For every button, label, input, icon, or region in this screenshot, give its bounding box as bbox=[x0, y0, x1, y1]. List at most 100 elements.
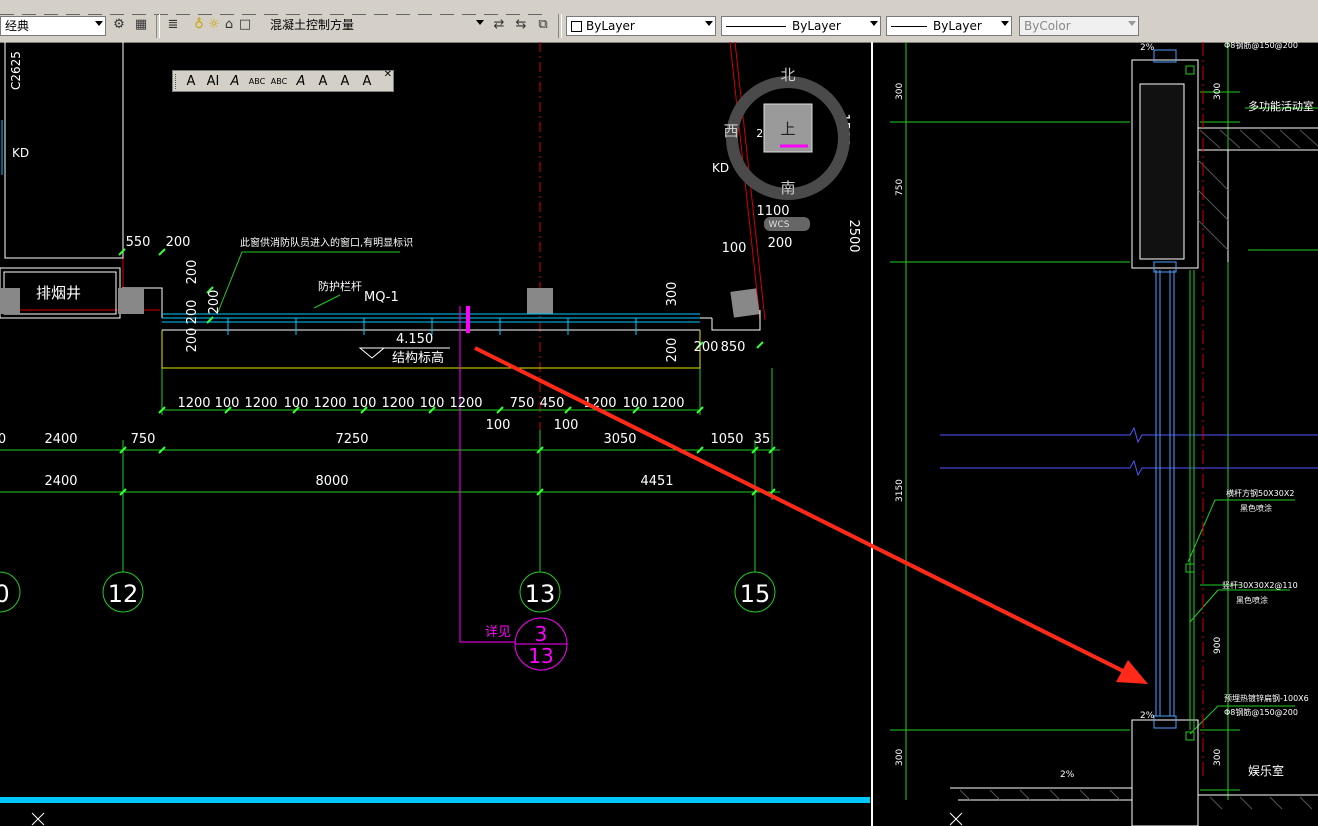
railing-label: 防护栏杆 bbox=[318, 279, 362, 293]
dim-text: 300 bbox=[895, 83, 905, 100]
dim-text: 200 bbox=[166, 235, 191, 250]
dim-text: 100 bbox=[420, 396, 445, 411]
scale-text-button[interactable]: A bbox=[313, 72, 333, 91]
chevron-down-icon bbox=[476, 20, 484, 25]
layer-value: 混凝土控制方量 bbox=[270, 18, 355, 32]
dim-text: 100 bbox=[215, 396, 240, 411]
dim-text: 8000 bbox=[315, 474, 348, 489]
dim-text: 450 bbox=[540, 396, 565, 411]
chevron-down-icon bbox=[1001, 21, 1009, 26]
dim-text: 100 bbox=[554, 418, 579, 433]
note-3a: 预埋热镀锌扁钢-100X6 bbox=[1224, 693, 1309, 703]
window-note: 此窗供消防队员进入的窗口,有明显标识 bbox=[240, 236, 413, 249]
dim-text: 300 bbox=[1213, 83, 1223, 100]
layer-dropdown[interactable]: 混凝土控制方量 bbox=[252, 16, 486, 36]
room-label-top: 多功能活动室 bbox=[1248, 99, 1314, 113]
note-top: Φ8钢筋@150@200 bbox=[1224, 42, 1298, 50]
section-labels: 多功能活动室 娱乐室 2% 2% 2% Φ8钢筋@150@200 横杆方钢50X… bbox=[1060, 42, 1314, 780]
break-lines bbox=[940, 426, 1318, 477]
lineweight-dropdown[interactable]: ByLayer bbox=[886, 16, 1012, 36]
dim-text: 200 bbox=[694, 340, 719, 355]
dim-text: 7250 bbox=[335, 432, 368, 447]
note-1b: 黑色喷涂 bbox=[1240, 503, 1272, 513]
dim-text: 1200 bbox=[177, 396, 210, 411]
dim-text: 3150 bbox=[895, 479, 905, 502]
room-label-bottom: 娱乐室 bbox=[1248, 763, 1284, 778]
dimension-row-1: 1200 100 1200 100 1200 100 1200 100 1200 750 450 12… bbox=[177, 396, 684, 411]
ucs-label[interactable]: WCS bbox=[769, 220, 790, 230]
lineweight-value: ByLayer bbox=[933, 19, 982, 33]
chevron-down-icon bbox=[705, 21, 713, 26]
compass-south[interactable]: 南 bbox=[780, 179, 795, 197]
axis-labels: 0 12 13 15 bbox=[0, 580, 770, 608]
dim-text: 300 bbox=[665, 282, 680, 307]
slope-mid: 2% bbox=[1140, 711, 1155, 721]
dim-text: 200 bbox=[185, 328, 200, 353]
dim-text: 750 bbox=[510, 396, 535, 411]
elevation-value: 4.150 bbox=[396, 332, 433, 347]
dim-text: 200 bbox=[185, 260, 200, 285]
dimension-tick bbox=[756, 341, 764, 349]
dimension-row-1-sub: 100 100 bbox=[486, 418, 579, 433]
section-dimension-lines bbox=[890, 42, 1318, 800]
linetype-value: ByLayer bbox=[792, 19, 841, 33]
viewcube-top-label: 上 bbox=[780, 120, 795, 138]
layer-manager-icon[interactable]: ≣ bbox=[164, 16, 182, 34]
dim-text: 100 bbox=[623, 396, 648, 411]
dim-text: 4451 bbox=[640, 474, 673, 489]
find-replace-button[interactable]: ABC bbox=[247, 72, 267, 91]
edit-text-button[interactable]: A bbox=[225, 72, 245, 91]
layer-states-icon[interactable]: ⧉ bbox=[534, 16, 552, 34]
layer-previous-icon[interactable]: ⇆ bbox=[512, 16, 530, 34]
detail-ref-label: 详见 bbox=[485, 625, 511, 640]
spell-check-button[interactable]: ABC bbox=[269, 72, 289, 91]
detail-ref-bottom: 13 bbox=[528, 644, 553, 668]
note-2b: 黑色喷涂 bbox=[1236, 595, 1268, 605]
workspace-settings-icon[interactable]: ▦ bbox=[132, 16, 150, 34]
dim-text: 3050 bbox=[603, 432, 636, 447]
window-code-label: C2625 bbox=[9, 51, 23, 90]
convert-space-button[interactable]: A bbox=[357, 72, 377, 91]
dim-text: 750 bbox=[895, 179, 905, 196]
dim-text: 200 bbox=[768, 236, 793, 251]
dim-text: 1200 bbox=[651, 396, 684, 411]
elevation-label: 结构标高 bbox=[392, 350, 444, 366]
text-style-button[interactable]: A bbox=[291, 72, 311, 91]
slope-bottom: 2% bbox=[1060, 770, 1075, 780]
dim-text: 100 bbox=[284, 396, 309, 411]
gear-icon[interactable]: ⚙ bbox=[110, 16, 128, 34]
compass-west[interactable]: 西 bbox=[723, 122, 738, 140]
axis-label: 0 bbox=[0, 580, 10, 608]
dim-text: 1200 bbox=[381, 396, 414, 411]
workspace-value: 经典 bbox=[5, 19, 30, 33]
dim-text: 750 bbox=[131, 432, 156, 447]
section-cut bbox=[459, 306, 568, 671]
standard-toolbar-icons[interactable] bbox=[0, 0, 620, 15]
close-icon[interactable]: ✕ bbox=[384, 69, 392, 80]
workspace-dropdown[interactable]: 经典 bbox=[0, 16, 106, 36]
linetype-dropdown[interactable]: ByLayer bbox=[721, 16, 881, 36]
dimension-tick bbox=[158, 248, 166, 256]
make-current-icon[interactable]: ⇄ bbox=[490, 16, 508, 34]
toolbar-grip[interactable] bbox=[175, 74, 180, 89]
mtext-tool-button[interactable]: AI bbox=[203, 72, 223, 91]
dim-text: 850 bbox=[721, 340, 746, 355]
color-dropdown[interactable]: ByLayer bbox=[566, 16, 716, 36]
dim-text: 1200 bbox=[449, 396, 482, 411]
dim-text: 2400 bbox=[44, 432, 77, 447]
text-tool-button[interactable]: A bbox=[181, 72, 201, 91]
dimension-tick bbox=[118, 248, 126, 256]
drawing-canvas[interactable]: 0 12 13 15 详见 3 13 排烟井 此窗供消防队员进入的窗口,有明显标… bbox=[0, 42, 1318, 826]
compass-north[interactable]: 北 bbox=[780, 66, 795, 84]
dim-text: 300 bbox=[895, 749, 905, 766]
kd-label-right: KD bbox=[712, 161, 729, 175]
note-3b: Φ8钢筋@150@200 bbox=[1224, 707, 1298, 717]
justify-text-button[interactable]: A bbox=[335, 72, 355, 91]
dim-text: 900 bbox=[1213, 637, 1223, 654]
detail-ref-top: 3 bbox=[535, 622, 548, 646]
railing-lines bbox=[0, 120, 870, 803]
plan-labels: 排烟井 此窗供消防队员进入的窗口,有明显标识 防护栏杆 MQ-1 4.150 结… bbox=[9, 51, 729, 366]
toolbar-area: 经典 ⚙ ▦ ≣ ♁ ☼ ⌂ □ 混凝土控制方量 ⇄ ⇆ ⧉ ByLayer B… bbox=[0, 0, 1318, 43]
dim-text: 1100 bbox=[756, 204, 789, 219]
dim-text: 2400 bbox=[44, 474, 77, 489]
